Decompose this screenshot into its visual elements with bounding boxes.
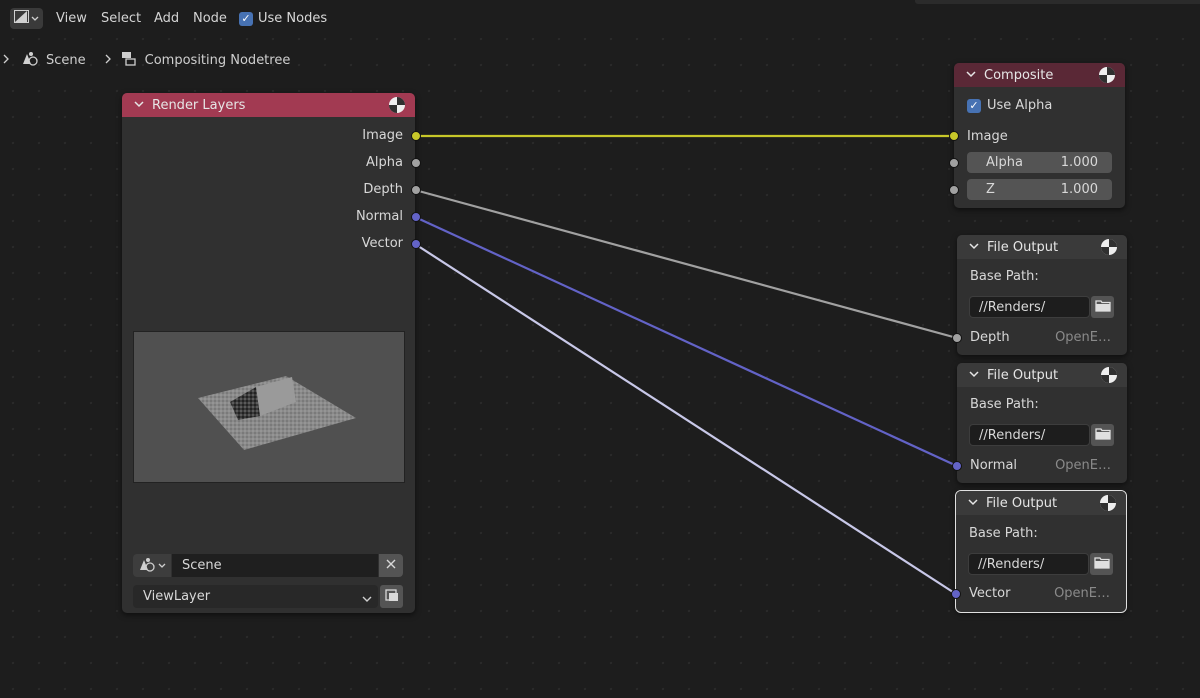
chevron-down-icon[interactable]	[132, 97, 146, 111]
scene-value: Scene	[182, 558, 222, 573]
checkbox-checked-icon[interactable]: ✓	[967, 98, 981, 113]
node-title: Composite	[984, 67, 1054, 83]
close-icon	[386, 558, 396, 573]
socket-normal-out[interactable]	[411, 212, 421, 222]
input-label-vector: Vector	[969, 586, 1011, 601]
render-icon	[388, 96, 406, 118]
output-label-normal: Normal	[355, 209, 403, 224]
chevron-down-icon[interactable]	[967, 367, 981, 381]
file-output-node-vector[interactable]: File Output Base Path: //Renders/ Vector…	[955, 490, 1127, 613]
base-path-value: //Renders/	[978, 557, 1045, 572]
folder-icon	[1094, 427, 1111, 444]
socket-z-in[interactable]	[949, 185, 959, 195]
input-label-image: Image	[967, 129, 1008, 144]
view-layer-dropdown[interactable]: ViewLayer	[133, 585, 378, 608]
browse-folder-button[interactable]	[1091, 424, 1114, 446]
chevron-down-icon[interactable]	[966, 495, 980, 509]
output-label-image: Image	[362, 128, 403, 143]
z-label: Z	[986, 182, 995, 197]
socket-depth-out[interactable]	[411, 185, 421, 195]
base-path-label: Base Path:	[970, 397, 1039, 412]
socket-vector-out[interactable]	[411, 239, 421, 249]
node-title: File Output	[986, 495, 1058, 511]
socket-image-in[interactable]	[949, 131, 959, 141]
scene-selector-button[interactable]	[133, 554, 171, 577]
render-icon	[1099, 494, 1117, 516]
socket-alpha-out[interactable]	[411, 158, 421, 168]
chevron-down-icon	[362, 592, 372, 607]
socket-image-out[interactable]	[411, 131, 421, 141]
base-path-input[interactable]: //Renders/	[969, 424, 1090, 446]
node-title: Render Layers	[152, 97, 246, 113]
composite-node[interactable]: Composite ✓ Use Alpha Image Alpha 1.000 …	[954, 63, 1125, 208]
alpha-field[interactable]: Alpha 1.000	[967, 152, 1112, 173]
z-field[interactable]: Z 1.000	[967, 179, 1112, 200]
socket-vector-in[interactable]	[951, 589, 961, 599]
render-layers-header[interactable]: Render Layers	[122, 93, 415, 117]
alpha-label: Alpha	[986, 155, 1023, 170]
file-output-node-normal[interactable]: File Output Base Path: //Renders/ Normal…	[957, 363, 1127, 483]
scene-icon	[138, 556, 156, 576]
socket-normal-in[interactable]	[952, 461, 962, 471]
base-path-input[interactable]: //Renders/	[968, 553, 1089, 575]
chevron-down-icon[interactable]	[967, 239, 981, 253]
clear-scene-button[interactable]	[379, 554, 403, 577]
render-preview-image	[133, 331, 405, 483]
file-output-header[interactable]: File Output	[957, 235, 1127, 259]
format-label: OpenE…	[1054, 586, 1110, 601]
render-icon	[1098, 66, 1116, 88]
base-path-label: Base Path:	[969, 526, 1038, 541]
use-alpha-toggle[interactable]: ✓ Use Alpha	[967, 98, 1052, 113]
browse-folder-button[interactable]	[1091, 296, 1114, 318]
base-path-label: Base Path:	[970, 269, 1039, 284]
output-label-depth: Depth	[363, 182, 403, 197]
render-active-button[interactable]	[380, 585, 403, 608]
render-icon	[1100, 366, 1118, 388]
link-depth	[414, 188, 958, 340]
base-path-input[interactable]: //Renders/	[969, 296, 1090, 318]
output-label-vector: Vector	[361, 236, 403, 251]
composite-header[interactable]: Composite	[954, 63, 1125, 87]
file-output-header[interactable]: File Output	[956, 491, 1126, 515]
base-path-value: //Renders/	[979, 300, 1046, 315]
chevron-down-icon[interactable]	[964, 67, 978, 81]
view-layer-value: ViewLayer	[143, 589, 211, 604]
format-label: OpenE…	[1055, 330, 1111, 345]
node-title: File Output	[987, 367, 1059, 383]
socket-alpha-in[interactable]	[949, 158, 959, 168]
link-normal	[414, 216, 958, 467]
use-alpha-label: Use Alpha	[987, 98, 1053, 113]
file-output-node-depth[interactable]: File Output Base Path: //Renders/ Depth …	[957, 235, 1127, 355]
folder-icon	[1094, 299, 1111, 316]
format-label: OpenE…	[1055, 458, 1111, 473]
z-value: 1.000	[1060, 182, 1098, 197]
render-icon	[1100, 238, 1118, 260]
socket-depth-in[interactable]	[952, 333, 962, 343]
alpha-value: 1.000	[1060, 155, 1098, 170]
node-title: File Output	[987, 239, 1059, 255]
link-vector	[414, 243, 957, 595]
output-label-alpha: Alpha	[366, 155, 403, 170]
base-path-value: //Renders/	[979, 428, 1046, 443]
render-still-icon	[384, 588, 399, 606]
file-output-header[interactable]: File Output	[957, 363, 1127, 387]
browse-folder-button[interactable]	[1090, 553, 1113, 575]
chevron-down-icon	[158, 558, 166, 573]
folder-icon	[1093, 556, 1110, 573]
input-label-normal: Normal	[970, 458, 1018, 473]
render-layers-node[interactable]: Render Layers Image Alpha Depth Normal V…	[122, 93, 415, 613]
scene-field[interactable]: Scene	[172, 554, 378, 577]
input-label-depth: Depth	[970, 330, 1010, 345]
